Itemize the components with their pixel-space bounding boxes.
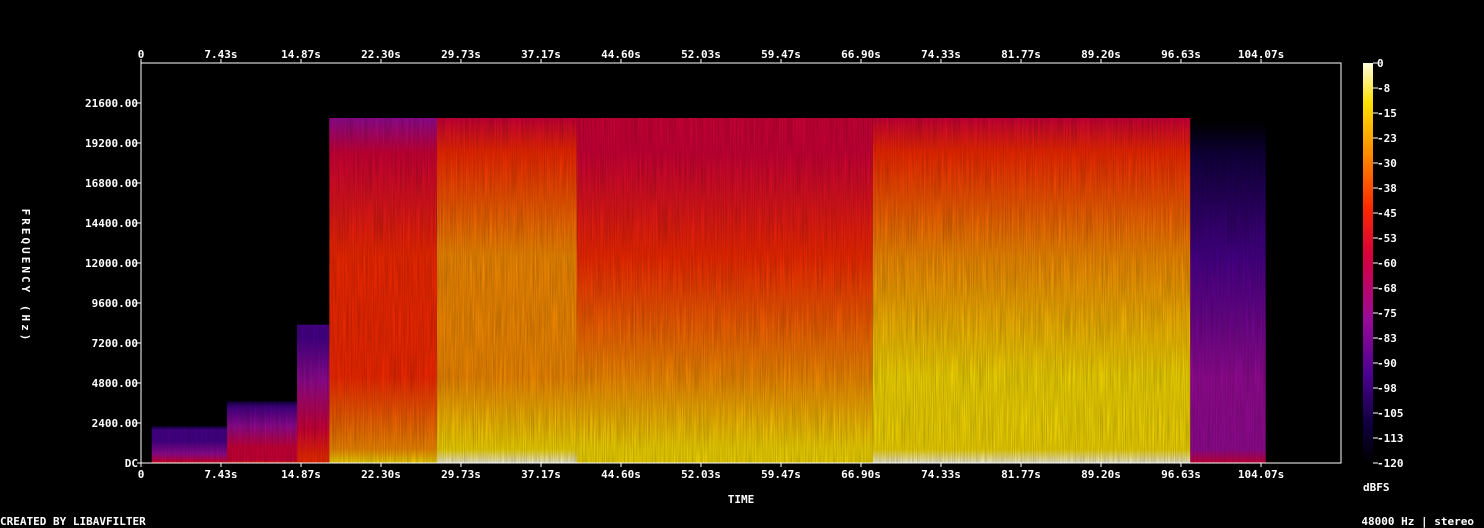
x-tick-label-top: 59.47s xyxy=(761,48,801,61)
x-tick-label-top: 104.07s xyxy=(1238,48,1284,61)
y-axis-title: FREQUENCY (Hz) xyxy=(19,209,32,344)
y-tick-label: 7200.00 xyxy=(92,337,138,350)
spectrogram-segment-texture xyxy=(576,118,733,463)
colorbar-tick-label: -15 xyxy=(1377,107,1397,120)
x-axis-top: 0 7.43s 14.87s 22.30s 29.73s 37.17s 44.60s 52.0… xyxy=(138,48,1284,63)
x-tick-label-top: 96.63s xyxy=(1161,48,1201,61)
spectrogram-segment-texture xyxy=(297,324,330,463)
x-tick-label-top: 52.03s xyxy=(681,48,721,61)
x-tick-label-bottom: 89.20s xyxy=(1081,468,1121,481)
spectrogram-segment-texture xyxy=(436,118,577,463)
y-tick-label: 9600.00 xyxy=(92,297,138,310)
y-tick-label: 16800.00 xyxy=(85,177,138,190)
x-tick-label-bottom: 96.63s xyxy=(1161,468,1201,481)
y-tick-label: 2400.00 xyxy=(92,417,138,430)
colorbar-tick-label: -23 xyxy=(1377,132,1397,145)
x-axis-bottom: 0 7.43s 14.87s 22.30s 29.73s 37.17s 44.60s 52.0… xyxy=(138,463,1284,481)
colorbar-tick-label: -8 xyxy=(1377,82,1390,95)
spectrogram-segment-texture xyxy=(329,118,437,463)
y-axis: DC 2400.00 4800.00 7200.00 9600.00 12000.00 14… xyxy=(85,97,141,470)
x-tick-label-bottom: 44.60s xyxy=(601,468,641,481)
colorbar-tick-label: -53 xyxy=(1377,232,1397,245)
x-tick-label-bottom: 29.73s xyxy=(441,468,481,481)
x-tick-label-top: 89.20s xyxy=(1081,48,1121,61)
colorbar-tick-label: -38 xyxy=(1377,182,1397,195)
x-tick-label-top: 81.77s xyxy=(1001,48,1041,61)
x-tick-label-bottom: 74.33s xyxy=(921,468,961,481)
x-tick-label-bottom: 22.30s xyxy=(361,468,401,481)
x-tick-label-top: 7.43s xyxy=(204,48,237,61)
colorbar-tick-label: -105 xyxy=(1377,407,1404,420)
colorbar-tick-label: -60 xyxy=(1377,257,1397,270)
colorbar-tick-label: 0 xyxy=(1377,57,1384,70)
spectrogram-figure: 0 7.43s 14.87s 22.30s 29.73s 37.17s 44.60s 52.0… xyxy=(0,48,1474,528)
x-tick-label-top: 14.87s xyxy=(281,48,321,61)
x-tick-label-bottom: 14.87s xyxy=(281,468,321,481)
x-tick-label-bottom: 52.03s xyxy=(681,468,721,481)
colorbar-tick-label: -75 xyxy=(1377,307,1397,320)
x-tick-label-top: 66.90s xyxy=(841,48,881,61)
colorbar-tick-label: -30 xyxy=(1377,157,1397,170)
footer-info: 48000 Hz | stereo xyxy=(1361,515,1474,528)
x-tick-label-bottom: 7.43s xyxy=(204,468,237,481)
x-tick-label-top: 74.33s xyxy=(921,48,961,61)
x-tick-label-bottom: 59.47s xyxy=(761,468,801,481)
colorbar-unit: dBFS xyxy=(1363,481,1390,494)
x-axis-title: TIME xyxy=(728,493,755,506)
x-tick-label-bottom: 0 xyxy=(138,468,145,481)
x-tick-label-bottom: 37.17s xyxy=(521,468,561,481)
colorbar-tick-label: -45 xyxy=(1377,207,1397,220)
y-tick-label: 4800.00 xyxy=(92,377,138,390)
spectrogram-segment-texture xyxy=(872,118,1191,463)
x-tick-label-top: 29.73s xyxy=(441,48,481,61)
x-tick-label-top: 0 xyxy=(138,48,145,61)
spectrogram-segment-texture xyxy=(151,426,228,463)
colorbar-tick-label: -98 xyxy=(1377,382,1397,395)
y-tick-label: 21600.00 xyxy=(85,97,138,110)
footer-credit: CREATED BY LIBAVFILTER xyxy=(0,515,146,528)
x-tick-label-top: 37.17s xyxy=(521,48,561,61)
x-tick-label-bottom: 66.90s xyxy=(841,468,881,481)
x-tick-label-top: 44.60s xyxy=(601,48,641,61)
spectrogram-segment-texture xyxy=(732,118,873,463)
colorbar xyxy=(1363,63,1373,463)
x-tick-label-bottom: 104.07s xyxy=(1238,468,1284,481)
colorbar-tick-label: -68 xyxy=(1377,282,1397,295)
colorbar-tick-label: -90 xyxy=(1377,357,1397,370)
y-tick-label: DC xyxy=(125,457,138,470)
y-tick-label: 14400.00 xyxy=(85,217,138,230)
colorbar-tick-label: -113 xyxy=(1377,432,1404,445)
colorbar-ticks: 0 -8 -15 -23 -30 -38 -45 -53 -60 -68 -75 -83 -90 -98 -… xyxy=(1373,57,1404,470)
x-tick-label-top: 22.30s xyxy=(361,48,401,61)
y-tick-label: 12000.00 xyxy=(85,257,138,270)
spectrogram-segment-texture xyxy=(227,401,298,463)
colorbar-tick-label: -120 xyxy=(1377,457,1404,470)
spectrogram-segment-texture xyxy=(1190,121,1266,463)
x-tick-label-bottom: 81.77s xyxy=(1001,468,1041,481)
colorbar-tick-label: -83 xyxy=(1377,332,1397,345)
y-tick-label: 19200.00 xyxy=(85,137,138,150)
